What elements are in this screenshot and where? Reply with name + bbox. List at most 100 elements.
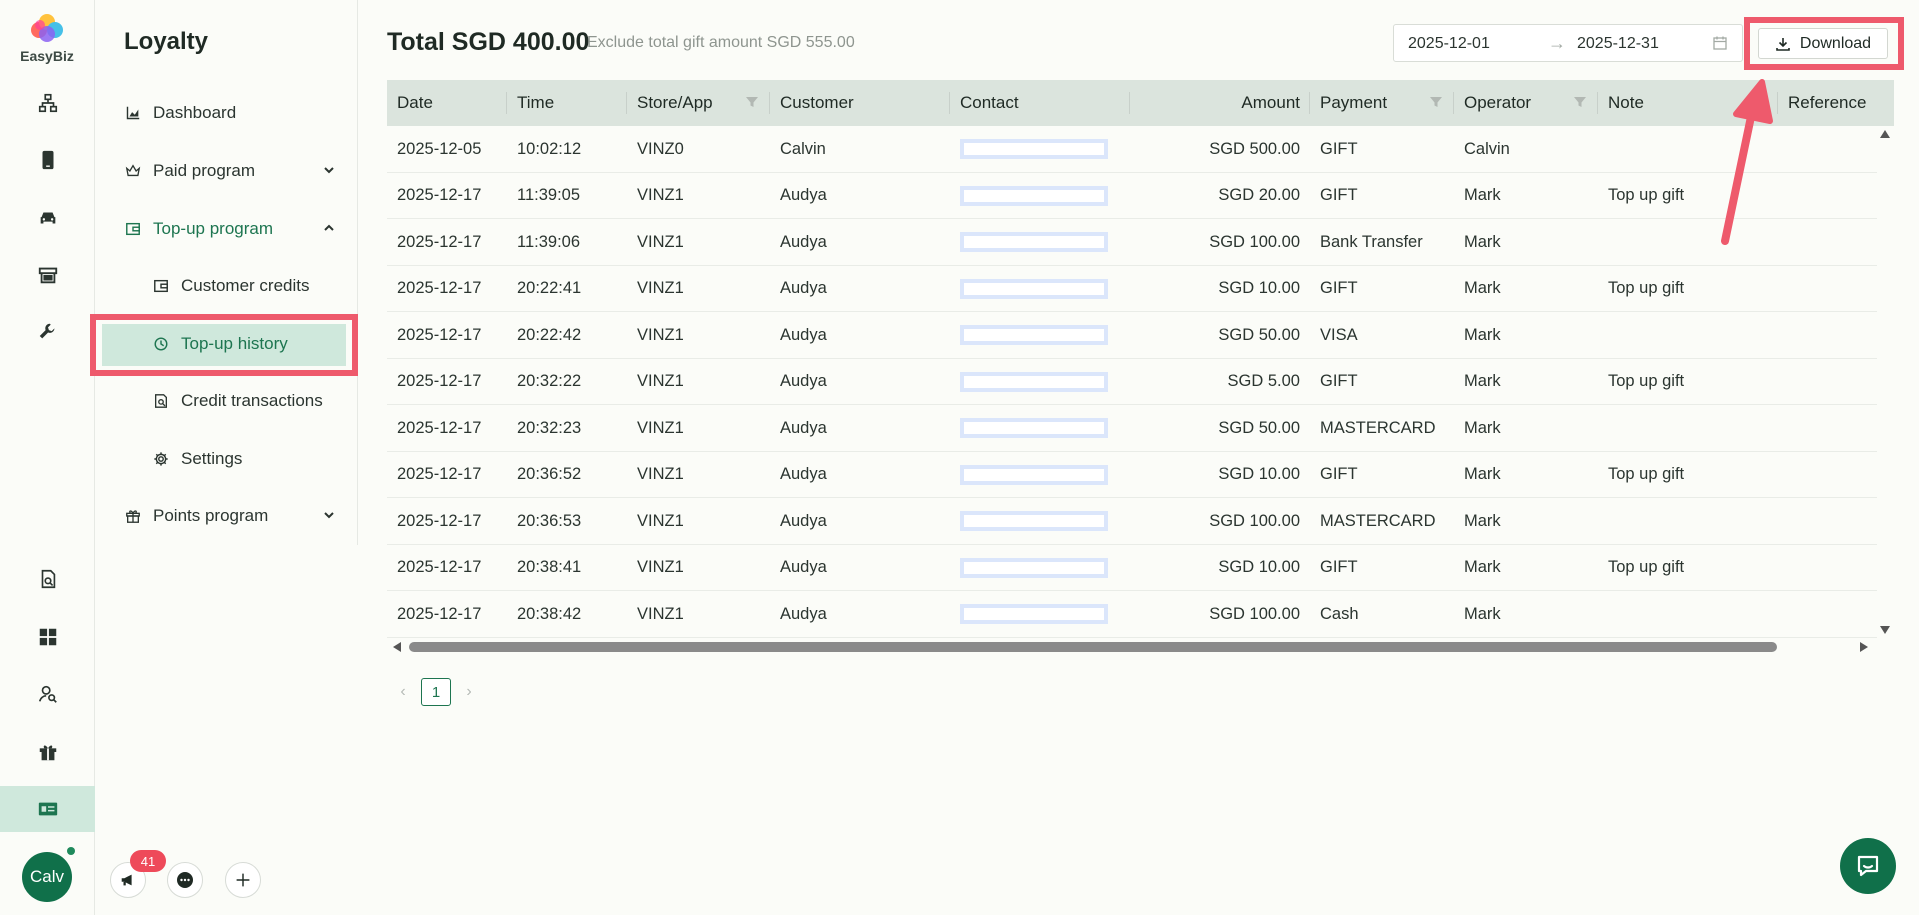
cell-text: 20:36:52 — [517, 465, 582, 483]
end-date-input[interactable]: 2025-12-31 — [1577, 35, 1659, 53]
column-header-contact[interactable]: Contact — [950, 80, 1130, 126]
table-row[interactable]: 2025-12-17 20:38:42 VINZ1 Audya SGD 100.00 Ca… — [387, 591, 1877, 638]
customer-search-icon[interactable] — [0, 671, 95, 717]
cell-text: GIFT — [1320, 558, 1358, 576]
cell-operator: Mark — [1454, 498, 1598, 544]
cell-note: Top up gift — [1598, 452, 1778, 498]
column-header-reference[interactable]: Reference — [1778, 80, 1894, 126]
cell-text: VINZ1 — [637, 372, 684, 390]
table-row[interactable]: 2025-12-17 20:22:41 VINZ1 Audya SGD 10.00 GIF… — [387, 266, 1877, 312]
nav-item-credit-transactions[interactable]: Credit transactions — [95, 380, 358, 422]
cell-text: Top up gift — [1608, 558, 1685, 576]
column-header-date[interactable]: Date — [387, 80, 507, 126]
column-header-amount[interactable]: Amount — [1130, 80, 1310, 126]
brand-logo[interactable]: EasyBiz — [16, 12, 78, 64]
cell-time: 20:32:22 — [507, 359, 627, 405]
cell-note — [1598, 312, 1778, 358]
cell-date: 2025-12-17 — [387, 405, 507, 451]
nav-item-label: Settings — [181, 449, 243, 468]
column-header-payment[interactable]: Payment — [1310, 80, 1454, 126]
cell-text: VINZ1 — [637, 186, 684, 204]
column-header-store-app[interactable]: Store/App — [627, 80, 770, 126]
cell-reference — [1778, 498, 1874, 544]
cell-operator: Mark — [1454, 219, 1598, 265]
column-header-time[interactable]: Time — [507, 80, 627, 126]
cell-customer: Audya — [770, 219, 950, 265]
wrench-icon[interactable] — [0, 309, 95, 355]
nav-item-top-up-history[interactable]: Top-up history — [95, 323, 358, 365]
table-row[interactable]: 2025-12-17 11:39:06 VINZ1 Audya SGD 100.00 Ba… — [387, 219, 1877, 266]
download-button[interactable]: Download — [1758, 28, 1888, 59]
megaphone-icon — [121, 874, 132, 886]
cell-text: GIFT — [1320, 465, 1358, 483]
next-page-icon[interactable]: › — [459, 683, 479, 701]
gift-icon — [124, 507, 142, 525]
nav-item-points-program[interactable]: Points program — [95, 495, 358, 537]
support-chat-button[interactable] — [1840, 838, 1896, 894]
cell-date: 2025-12-17 — [387, 591, 507, 637]
cell-amount: SGD 10.00 — [1130, 266, 1310, 312]
table-row[interactable]: 2025-12-17 11:39:05 VINZ1 Audya SGD 20.00 GIF… — [387, 173, 1877, 219]
prev-page-icon[interactable]: ‹ — [393, 683, 413, 701]
cell-contact — [950, 498, 1130, 544]
table-row[interactable]: 2025-12-17 20:32:23 VINZ1 Audya SGD 50.00 MAS… — [387, 405, 1877, 452]
scroll-down-arrow[interactable] — [1880, 626, 1890, 634]
cell-reference — [1778, 545, 1874, 591]
date-range-picker[interactable]: 2025-12-01 → 2025-12-31 — [1393, 24, 1743, 62]
car-icon[interactable] — [0, 195, 95, 241]
column-header-customer[interactable]: Customer — [770, 80, 950, 126]
filter-icon[interactable] — [1430, 96, 1442, 108]
table-row[interactable]: 2025-12-17 20:36:53 VINZ1 Audya SGD 100.00 MA… — [387, 498, 1877, 545]
cell-time: 20:38:41 — [507, 545, 627, 591]
table-row[interactable]: 2025-12-17 20:38:41 VINZ1 Audya SGD 10.00 GIF… — [387, 545, 1877, 591]
avatar[interactable]: Calv — [22, 852, 72, 902]
cell-text: VINZ0 — [637, 139, 684, 158]
nav-item-settings[interactable]: Settings — [95, 438, 358, 480]
cell-payment: VISA — [1310, 312, 1454, 358]
icon-rail: EasyBiz Calv — [0, 0, 95, 915]
cell-store: VINZ1 — [627, 452, 770, 498]
cell-customer: Audya — [770, 405, 950, 451]
nav-item-top-up-program[interactable]: Top-up program — [95, 208, 358, 250]
cell-text: 20:38:42 — [517, 604, 582, 623]
gift-icon[interactable] — [0, 729, 95, 775]
top-up-history-table: Date Time Store/App Customer Contact Amo… — [387, 80, 1894, 640]
table-row[interactable]: 2025-12-17 20:36:52 VINZ1 Audya SGD 10.00 GIF… — [387, 452, 1877, 498]
start-date-input[interactable]: 2025-12-01 — [1408, 35, 1490, 53]
chat-button[interactable] — [167, 862, 203, 898]
store-icon[interactable] — [0, 252, 95, 298]
scroll-up-arrow[interactable] — [1880, 130, 1890, 138]
table-row[interactable]: 2025-12-17 20:32:22 VINZ1 Audya SGD 5.00 GIFT… — [387, 359, 1877, 405]
filter-icon[interactable] — [1574, 96, 1586, 108]
cell-text: Audya — [780, 232, 827, 251]
org-chart-icon[interactable] — [0, 80, 95, 126]
mobile-icon[interactable] — [0, 137, 95, 183]
dashboard-grid-icon[interactable] — [0, 614, 95, 660]
cell-text: 20:22:41 — [517, 279, 582, 297]
column-header-operator[interactable]: Operator — [1454, 80, 1598, 126]
scroll-left-arrow[interactable] — [393, 642, 401, 652]
cell-contact — [950, 405, 1130, 451]
loyalty-card-icon[interactable] — [0, 786, 95, 832]
horizontal-scrollbar-thumb[interactable] — [409, 642, 1777, 652]
table-row[interactable]: 2025-12-17 20:22:42 VINZ1 Audya SGD 50.00 VIS… — [387, 312, 1877, 359]
nav-item-paid-program[interactable]: Paid program — [95, 150, 358, 192]
cell-text: Mark — [1464, 418, 1501, 437]
cell-customer: Audya — [770, 452, 950, 498]
cell-text: Audya — [780, 558, 827, 576]
chevron-down-icon — [324, 167, 334, 174]
nav-item-label: Paid program — [153, 161, 256, 180]
report-search-icon[interactable] — [0, 556, 95, 602]
nav-item-customer-credits[interactable]: Customer credits — [95, 265, 358, 307]
column-label: Contact — [960, 93, 1019, 112]
nav-item-dashboard[interactable]: Dashboard — [95, 92, 358, 134]
column-label: Date — [397, 93, 433, 112]
filter-icon[interactable] — [746, 96, 758, 108]
cell-text: SGD 10.00 — [1218, 279, 1300, 297]
table-row[interactable]: 2025-12-05 10:02:12 VINZ0 Calvin SGD 500.00 G… — [387, 126, 1877, 173]
scroll-right-arrow[interactable] — [1860, 642, 1868, 652]
notification-badge: 41 — [130, 850, 166, 872]
add-button[interactable] — [225, 862, 261, 898]
page-number[interactable]: 1 — [421, 678, 451, 706]
column-header-note[interactable]: Note — [1598, 80, 1778, 126]
